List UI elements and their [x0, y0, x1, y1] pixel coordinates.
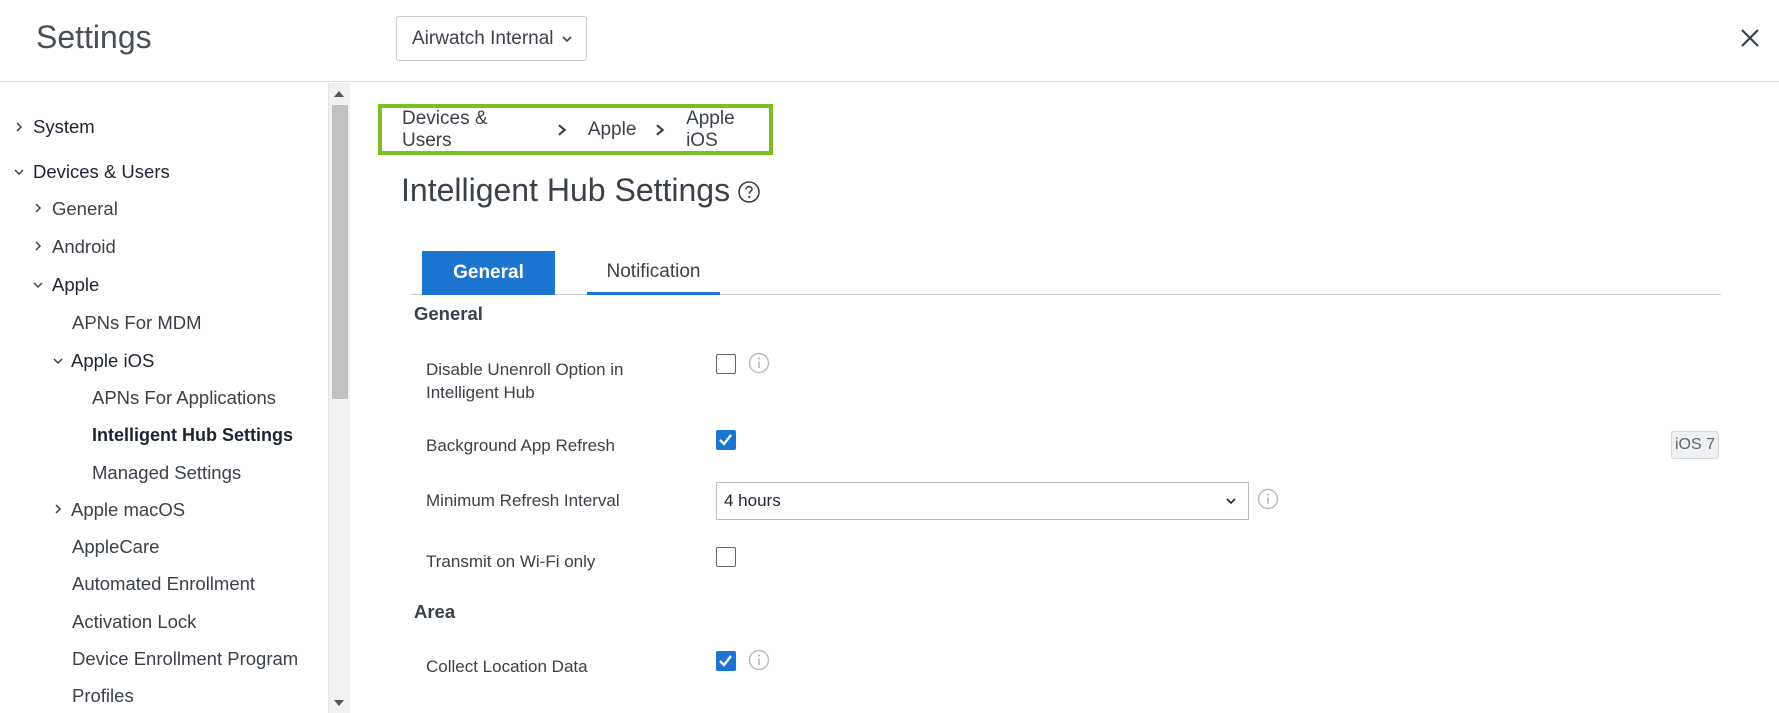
- min-refresh-interval-value: 4 hours: [724, 491, 781, 510]
- section-general-heading: General: [414, 303, 483, 324]
- section-area-heading: Area: [414, 601, 456, 622]
- checkmark-icon: [719, 655, 732, 667]
- close-icon[interactable]: [1738, 26, 1762, 50]
- breadcrumb-devices-users[interactable]: Devices & Users: [402, 108, 538, 152]
- chevron-right-icon[interactable]: [14, 122, 24, 132]
- sidebar-item-intelligent-hub-settings[interactable]: Intelligent Hub Settings: [92, 425, 293, 446]
- chevron-right-icon[interactable]: [33, 241, 43, 251]
- sidebar-item-activation-lock[interactable]: Activation Lock: [72, 611, 196, 633]
- sidebar-item-automated-enrollment[interactable]: Automated Enrollment: [72, 573, 255, 595]
- collect-location-label: Collect Location Data: [426, 657, 588, 676]
- min-refresh-interval-select[interactable]: 4 hours: [716, 482, 1249, 520]
- sidebar-item-profiles[interactable]: Profiles: [72, 685, 134, 707]
- chevron-down-icon: [1226, 498, 1236, 505]
- chevron-down-icon[interactable]: [14, 167, 24, 177]
- scroll-down-arrow-icon[interactable]: [334, 700, 344, 706]
- tab-notification[interactable]: Notification: [587, 251, 720, 295]
- chevron-right-icon[interactable]: [53, 504, 63, 514]
- info-icon[interactable]: [1257, 488, 1279, 510]
- checkmark-icon: [719, 434, 732, 446]
- info-icon[interactable]: [748, 649, 770, 671]
- sidebar-item-applecare[interactable]: AppleCare: [72, 536, 159, 558]
- sidebar-item-apple-ios[interactable]: Apple iOS: [71, 350, 154, 372]
- chevron-down-icon[interactable]: [33, 280, 43, 290]
- sidebar-item-apple-macos[interactable]: Apple macOS: [71, 499, 185, 521]
- tab-general[interactable]: General: [422, 251, 555, 295]
- disable-unenroll-label: Disable Unenroll Option in Intelligent H…: [426, 360, 624, 402]
- transmit-wifi-checkbox[interactable]: [716, 547, 736, 567]
- transmit-wifi-label: Transmit on Wi-Fi only: [426, 552, 596, 571]
- sidebar-item-android[interactable]: Android: [52, 236, 116, 258]
- org-group-label: Airwatch Internal: [412, 27, 554, 49]
- chevron-down-icon: [561, 35, 572, 42]
- settings-header: Settings Airwatch Internal: [0, 0, 1779, 82]
- background-refresh-checkbox[interactable]: [716, 430, 736, 450]
- sidebar-item-device-enrollment-program[interactable]: Device Enrollment Program: [72, 648, 298, 670]
- chevron-down-icon[interactable]: [53, 356, 63, 366]
- settings-title: Settings: [36, 19, 152, 55]
- sidebar-item-apple[interactable]: Apple: [52, 274, 99, 296]
- ios-version-badge: iOS 7: [1671, 431, 1719, 459]
- breadcrumb-apple-ios[interactable]: Apple iOS: [686, 108, 769, 152]
- org-group-selector[interactable]: Airwatch Internal: [396, 16, 587, 61]
- chevron-right-icon[interactable]: [33, 203, 43, 213]
- min-refresh-interval-label: Minimum Refresh Interval: [426, 491, 620, 510]
- breadcrumb: Devices & Users Apple Apple iOS: [378, 104, 773, 155]
- sidebar-item-managed-settings[interactable]: Managed Settings: [92, 462, 241, 484]
- sidebar-item-apns-applications[interactable]: APNs For Applications: [92, 387, 276, 409]
- sidebar-item-system[interactable]: System: [33, 116, 95, 138]
- sidebar-item-general[interactable]: General: [52, 198, 118, 220]
- info-icon[interactable]: [748, 352, 770, 374]
- chevron-right-icon: [656, 123, 665, 136]
- sidebar-item-devices-users[interactable]: Devices & Users: [33, 161, 170, 183]
- disable-unenroll-checkbox[interactable]: [716, 354, 736, 374]
- sidebar-scrollbar[interactable]: [329, 83, 350, 713]
- collect-location-checkbox[interactable]: [716, 651, 736, 671]
- scroll-thumb[interactable]: [332, 105, 348, 399]
- chevron-right-icon: [558, 123, 567, 136]
- scroll-up-arrow-icon[interactable]: [334, 91, 344, 97]
- background-refresh-label: Background App Refresh: [426, 436, 616, 455]
- sidebar-item-apns-mdm[interactable]: APNs For MDM: [72, 312, 202, 334]
- breadcrumb-apple[interactable]: Apple: [588, 119, 637, 141]
- page-title: Intelligent Hub Settings: [401, 172, 731, 208]
- help-icon[interactable]: [737, 180, 761, 204]
- settings-sidebar: System Devices & Users General Android A…: [0, 83, 329, 713]
